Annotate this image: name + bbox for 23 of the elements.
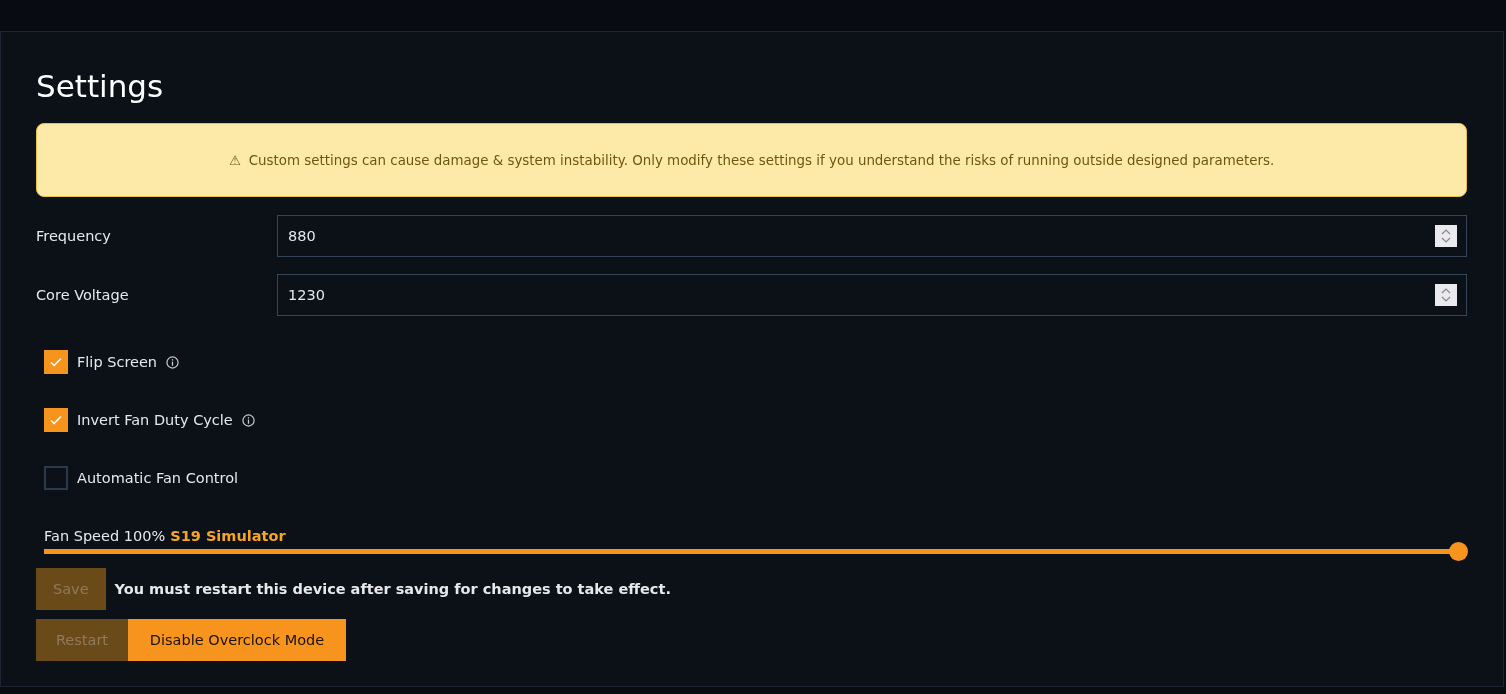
page-title: Settings [36,67,164,106]
field-label: Frequency [36,228,112,244]
checkbox[interactable] [44,350,68,374]
number-field[interactable]: 1230 [277,274,1467,316]
spinner-icon[interactable] [1435,284,1457,306]
action-button[interactable]: Disable Overclock Mode [128,619,346,661]
checkbox[interactable] [44,408,68,432]
restart-note: You must restart this device after saving for changes to take effect. [114,581,671,597]
checkbox-label: Flip Screen [77,354,158,370]
fan-speed-label: Fan Speed 100% [44,528,166,544]
device-name: S19 Simulator [170,528,286,544]
checkbox-label: Automatic Fan Control [77,470,239,486]
warning-text: Custom settings can cause damage & system instability. Only modify these settings if you understand the risks of running outside designed parameters. [248,152,1275,168]
field-label: Core Voltage [36,287,130,303]
slider-thumb[interactable] [1449,542,1468,561]
fan-speed-slider[interactable] [44,542,1467,561]
number-field[interactable]: 880 [277,215,1467,257]
checkbox[interactable] [44,466,68,490]
spinner-icon[interactable] [1435,225,1457,247]
checkbox-label: Invert Fan Duty Cycle [77,412,233,428]
info-icon[interactable] [241,413,255,427]
warning-icon: ⚠ [228,152,241,168]
info-icon[interactable] [166,355,180,369]
